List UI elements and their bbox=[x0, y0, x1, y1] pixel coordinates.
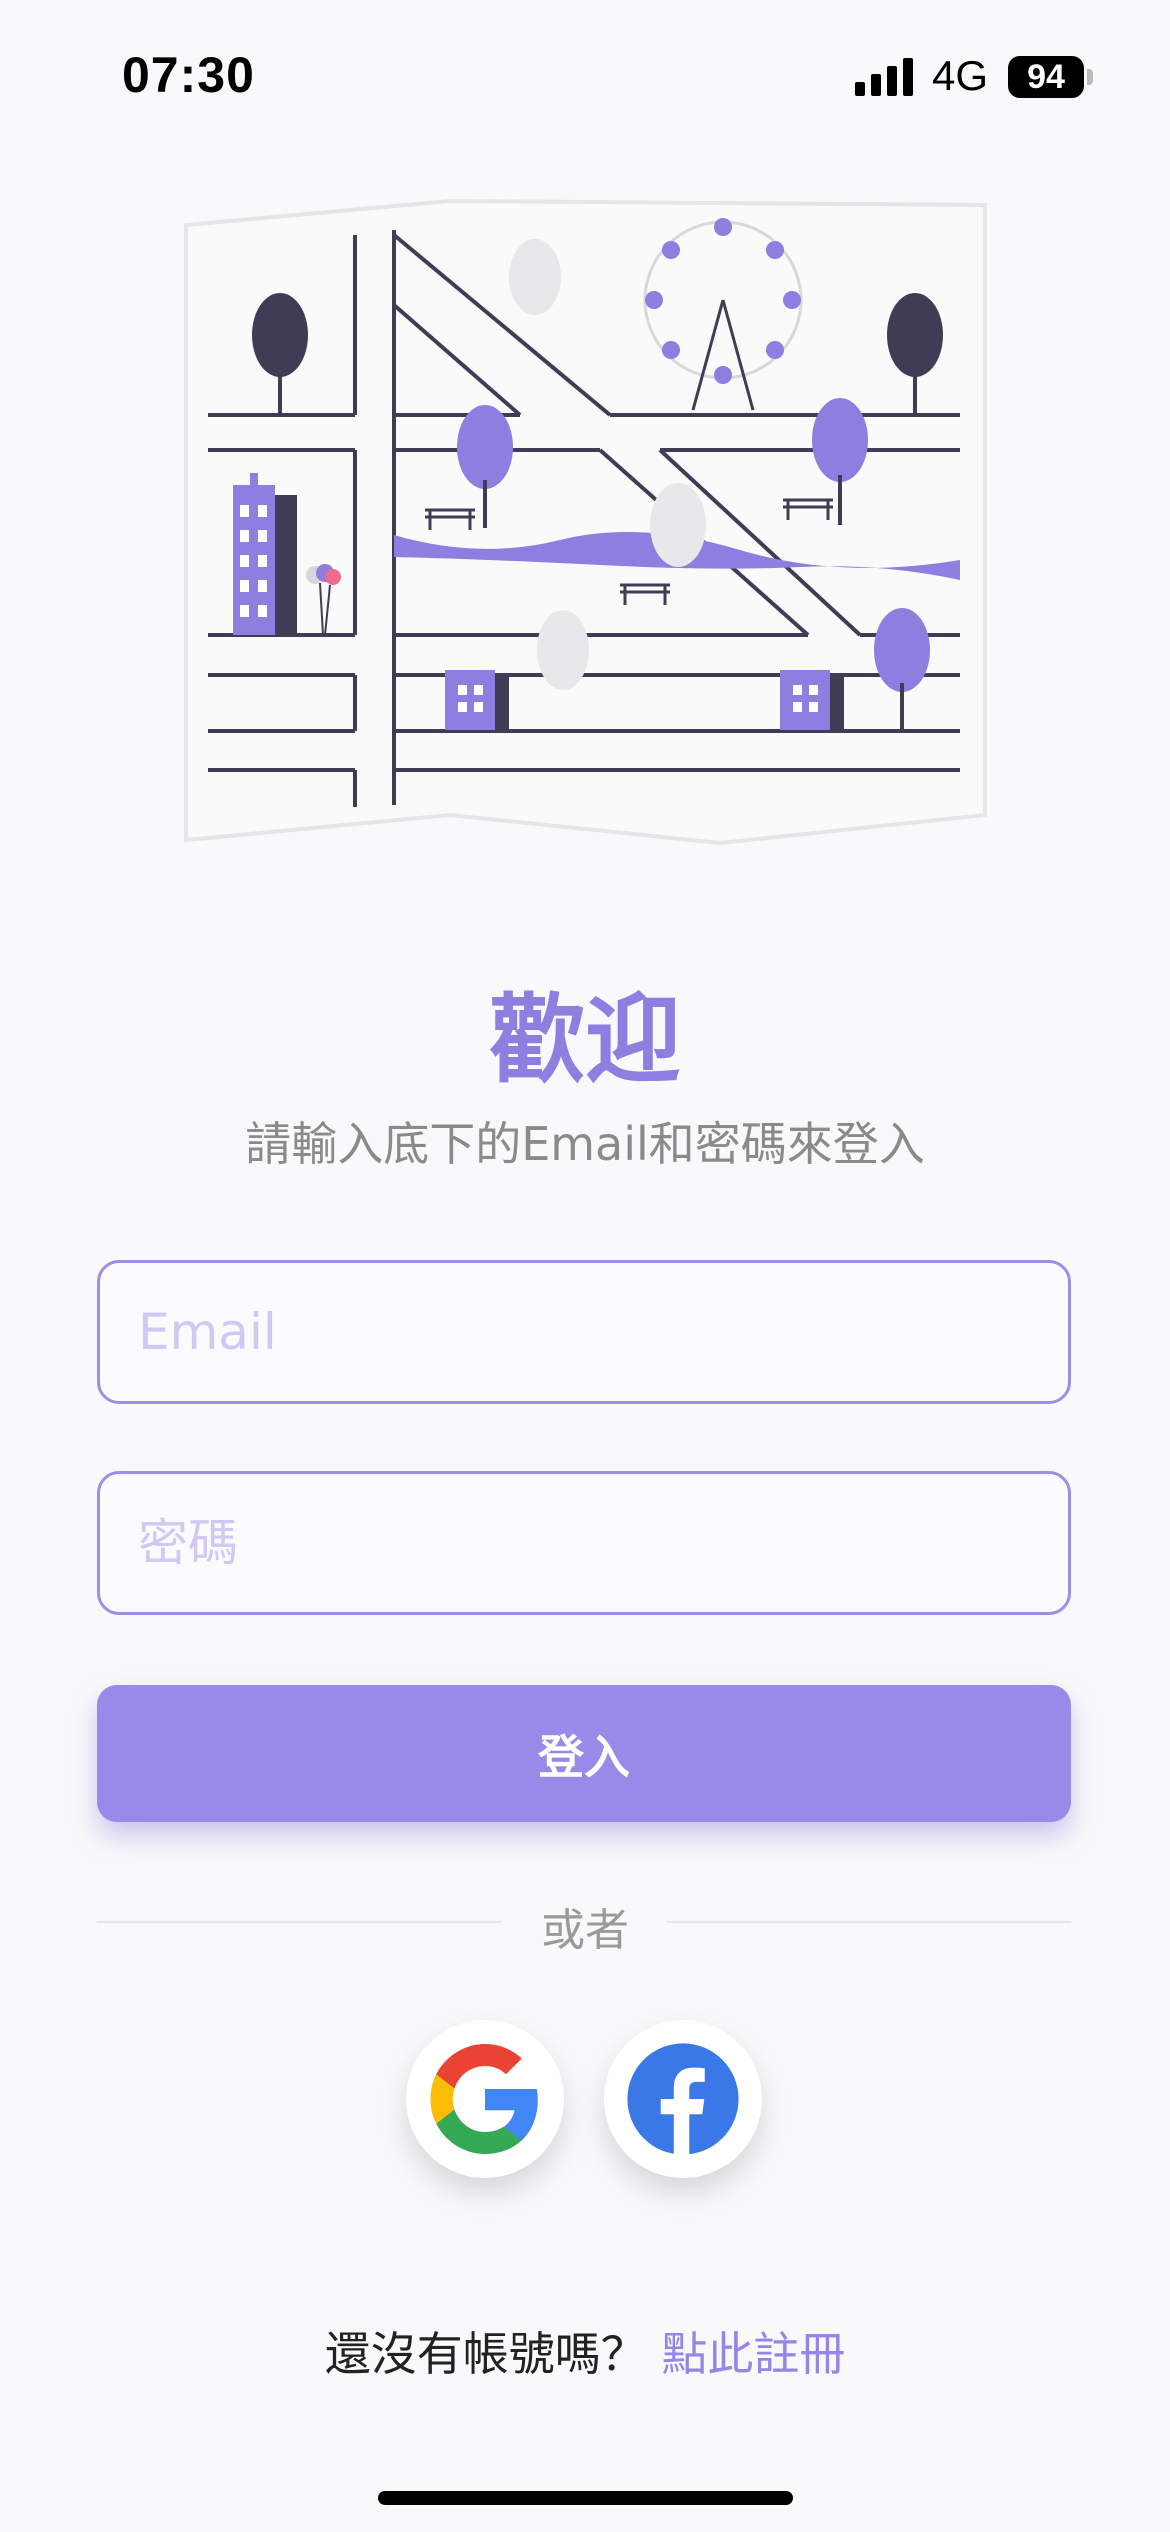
battery-cap bbox=[1087, 69, 1093, 85]
login-button[interactable]: 登入 bbox=[97, 1685, 1071, 1822]
email-input[interactable] bbox=[100, 1263, 1068, 1401]
battery-icon: 94 bbox=[1008, 56, 1084, 98]
password-input[interactable] bbox=[100, 1474, 1068, 1612]
email-field[interactable] bbox=[97, 1260, 1071, 1404]
city-map-illustration bbox=[184, 198, 987, 846]
divider-label: 或者 bbox=[541, 1905, 629, 1956]
facebook-login-button[interactable] bbox=[604, 2020, 762, 2178]
battery-level: 94 bbox=[1027, 57, 1065, 96]
welcome-title: 歡迎 bbox=[489, 984, 681, 1096]
home-indicator[interactable] bbox=[378, 2491, 793, 2505]
login-button-label: 登入 bbox=[538, 1729, 630, 1784]
signup-link[interactable]: 點此註冊 bbox=[661, 2327, 845, 2381]
network-type: 4G bbox=[932, 52, 989, 99]
status-time: 07:30 bbox=[122, 47, 255, 103]
status-bar: 07:30 4G 94 bbox=[0, 0, 1170, 150]
signal-icon bbox=[855, 58, 913, 96]
signup-prompt: 還沒有帳號嗎？ 點此註冊 bbox=[0, 2318, 1170, 2384]
password-field[interactable] bbox=[97, 1471, 1071, 1615]
welcome-subtitle: 請輸入底下的Email和密碼來登入 bbox=[245, 1117, 925, 1171]
google-icon bbox=[430, 2044, 538, 2154]
facebook-icon bbox=[627, 2043, 739, 2155]
google-login-button[interactable] bbox=[406, 2020, 564, 2178]
signup-prompt-text: 還沒有帳號嗎？ bbox=[324, 2327, 647, 2381]
